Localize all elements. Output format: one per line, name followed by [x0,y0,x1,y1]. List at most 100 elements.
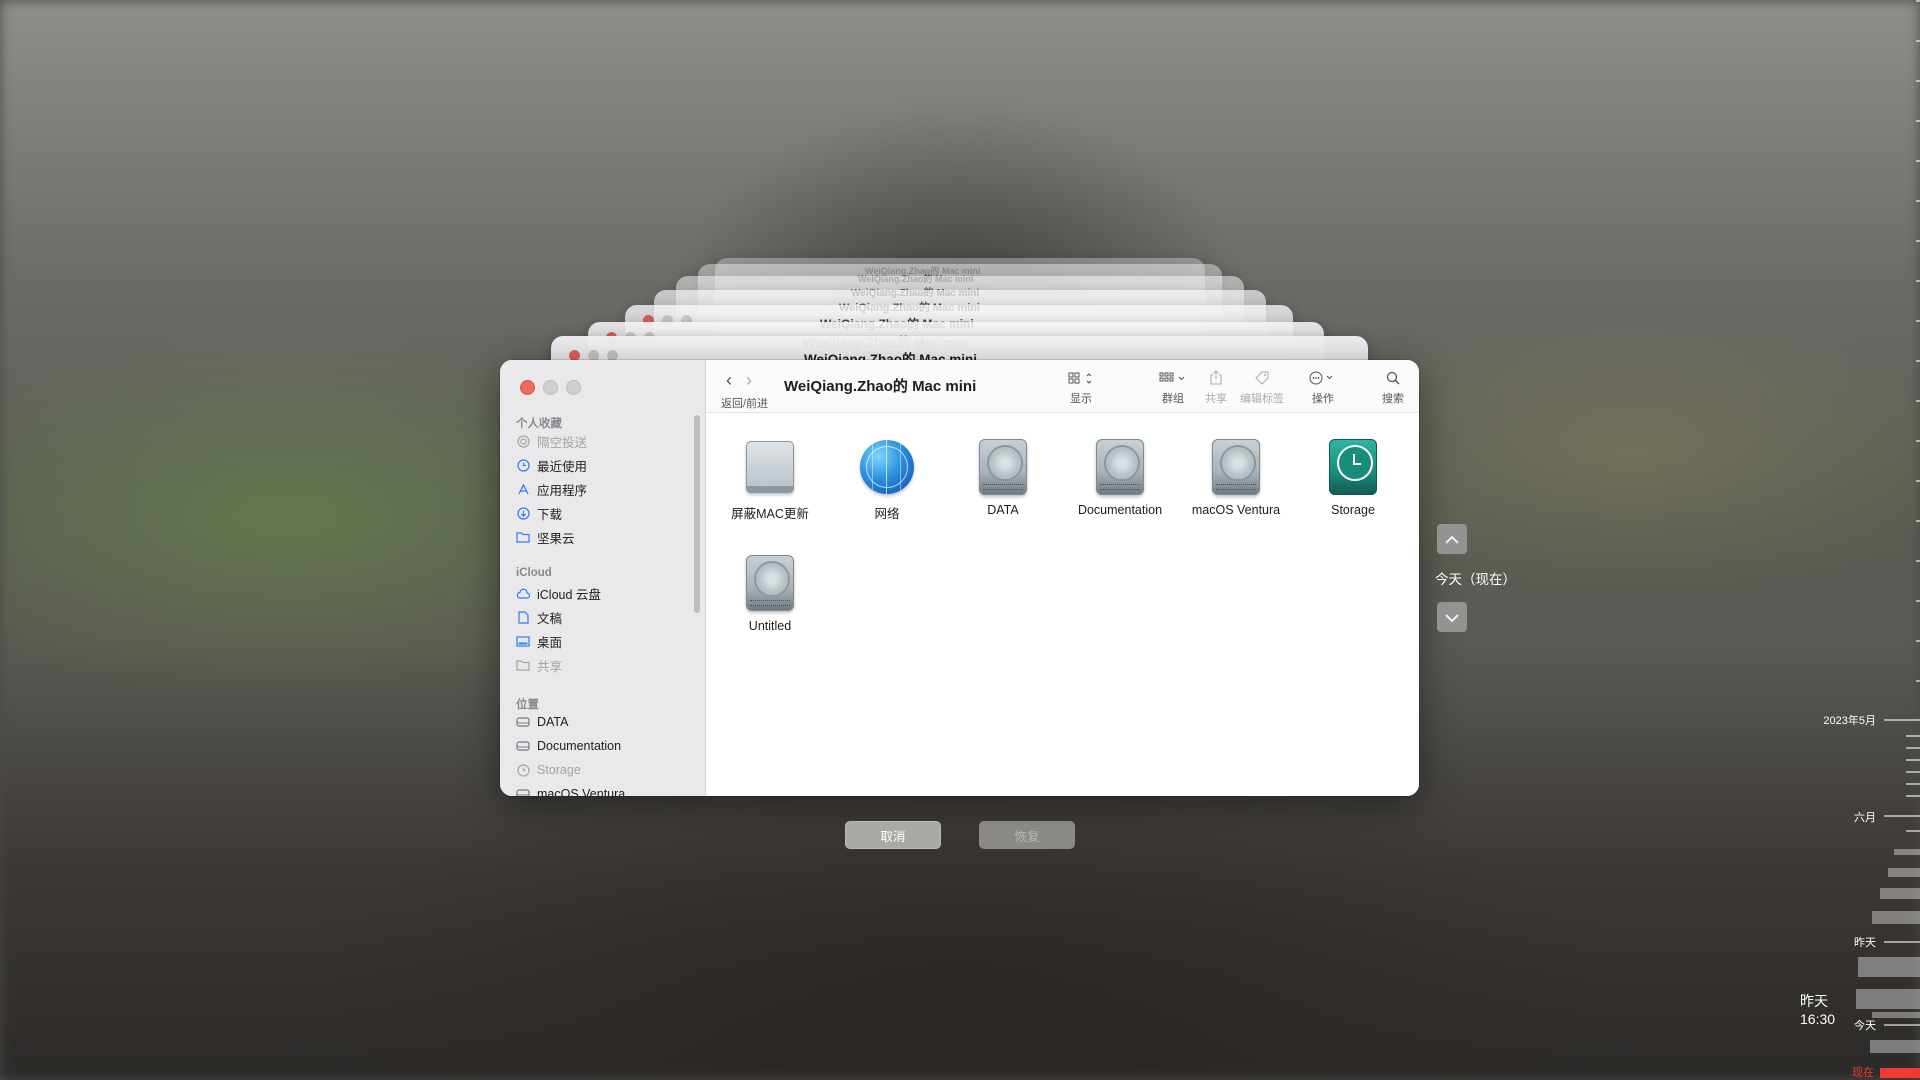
file-label: 网络 [874,507,900,521]
snapshot-timeline[interactable]: 2023年5月 六月 昨天 昨天 16:30 今天 现在 [1800,0,1920,1080]
back-arrow-icon[interactable]: ‹ [726,370,732,391]
timeline-tick [1916,200,1920,202]
finder-toolbar: ‹ › 返回/前进 WeiQiang.Zhao的 Mac mini 显示 群组 … [706,360,1419,413]
forward-arrow-icon[interactable]: › [746,370,752,391]
timeline-tick [1906,830,1920,832]
sidebar-item-label: 应用程序 [537,483,588,498]
disk-icon [516,787,530,796]
file-item-network[interactable]: 网络 [832,437,942,522]
timeline-label-june: 六月 [1854,812,1876,824]
file-item-data[interactable]: DATA [948,437,1058,517]
view-button[interactable]: 显示 [1061,370,1101,406]
timeline-tick [1916,440,1920,442]
timeline-label-yesterday: 昨天 [1854,937,1876,949]
timeline-tick [1916,480,1920,482]
restore-button[interactable]: 恢复 [979,821,1075,849]
timeline-label-today: 今天 [1854,1020,1876,1032]
sidebar-item-desktop[interactable]: 桌面 [516,631,562,651]
sidebar-section-locations: 位置 [516,699,539,711]
timeline-tick-major [1884,941,1920,943]
older-snapshot-button[interactable] [1437,602,1467,632]
sidebar-item-downloads[interactable]: 下载 [516,503,562,523]
timeline-tick [1906,759,1920,761]
chevron-up-icon [1444,529,1460,550]
desktop-icon [516,634,530,648]
file-label: Untitled [748,619,792,633]
action-button[interactable]: 操作 [1301,370,1345,406]
timeline-tick-major [1884,719,1920,721]
file-label: Storage [1331,503,1375,517]
timeline-tick [1916,400,1920,402]
sidebar-section-icloud: iCloud [516,567,552,579]
ellipsis-circle-icon [1301,370,1345,390]
hard-disk-icon [740,553,800,613]
file-item-untitled[interactable]: Untitled [715,553,825,633]
timeline-tick [1916,360,1920,362]
sidebar-item-label: 桌面 [537,635,563,650]
tags-label: 编辑标签 [1240,393,1284,405]
window-controls [520,380,581,395]
sidebar-item-documentation[interactable]: Documentation [516,736,621,756]
timeline-tick [1916,120,1920,122]
timeline-bar [1880,888,1920,899]
edit-tags-button[interactable]: 编辑标签 [1234,370,1290,406]
share-icon [1196,370,1236,390]
timeline-bar [1858,957,1920,977]
document-icon [516,610,530,624]
sidebar-item-airdrop[interactable]: 隔空投送 [516,431,587,451]
disk-icon [516,715,530,729]
timeline-tick [1916,560,1920,562]
applications-icon [516,482,530,496]
cloud-icon [516,586,530,600]
sidebar-item-storage[interactable]: Storage [516,760,581,780]
action-label: 操作 [1312,393,1334,405]
sidebar-item-icloud-drive[interactable]: iCloud 云盘 [516,583,601,603]
group-button[interactable]: 群组 [1153,370,1193,406]
external-drive-icon [740,437,800,497]
sidebar-scrollbar[interactable] [694,415,700,613]
newer-snapshot-button[interactable] [1437,524,1467,554]
sidebar-item-data[interactable]: DATA [516,712,568,732]
sidebar-item-jianguoyun[interactable]: 坚果云 [516,527,575,547]
nav-label: 返回/前进 [721,398,769,410]
timeline-tick [1916,240,1920,242]
search-label: 搜索 [1382,393,1404,405]
sidebar-item-label: DATA [537,715,569,729]
search-button[interactable]: 搜索 [1375,370,1411,406]
timeline-tick [1916,280,1920,282]
file-item-block-mac-update[interactable]: 屏蔽MAC更新 [715,437,825,522]
sidebar-item-label: 共享 [537,659,563,674]
timeline-tick [1916,600,1920,602]
file-item-documentation[interactable]: Documentation [1065,437,1175,517]
cancel-button[interactable]: 取消 [845,821,941,849]
sidebar-item-macos-ventura[interactable]: macOS Ventura [516,784,625,796]
sidebar-item-documents[interactable]: 文稿 [516,607,562,627]
sidebar-item-label: macOS Ventura [537,787,626,796]
minimize-window-button[interactable] [543,380,558,395]
timeline-tick-major [1884,1024,1920,1026]
zoom-window-button[interactable] [566,380,581,395]
share-button[interactable]: 共享 [1196,370,1236,406]
file-label: Documentation [1077,503,1163,517]
folder-icon [516,530,530,544]
sidebar-item-label: 最近使用 [537,459,588,474]
sidebar-item-applications[interactable]: 应用程序 [516,479,587,499]
timeline-tick [1916,160,1920,162]
file-item-macos-ventura[interactable]: macOS Ventura [1181,437,1291,517]
finder-window: 个人收藏 隔空投送 最近使用 应用程序 下载 坚果云 iCloud iCloud… [500,360,1419,796]
sidebar-section-favorites: 个人收藏 [516,418,562,430]
sidebar-item-shared[interactable]: 共享 [516,655,562,675]
timeline-tick [1906,747,1920,749]
airdrop-icon [516,434,530,448]
timeline-tick [1916,320,1920,322]
timeline-label-now: 现在 [1852,1067,1874,1079]
timeline-tick [1906,783,1920,785]
timeline-tick [1916,0,1920,2]
file-item-storage[interactable]: Storage [1298,437,1408,517]
clock-icon [516,458,530,472]
tag-icon [1234,370,1290,390]
close-window-button[interactable] [520,380,535,395]
current-snapshot-label: 今天（现在） [1435,572,1516,587]
sidebar-item-label: iCloud 云盘 [537,587,601,602]
sidebar-item-recents[interactable]: 最近使用 [516,455,587,475]
